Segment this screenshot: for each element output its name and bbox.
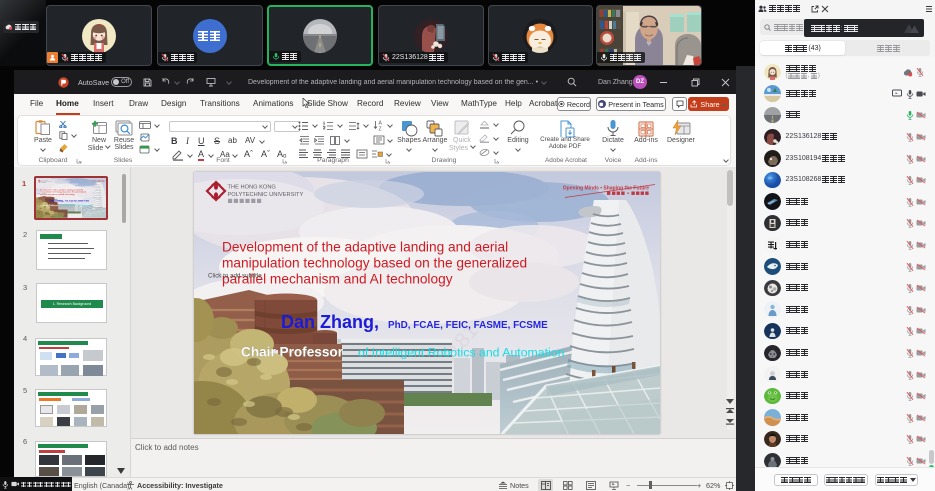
svg-text:Z: Z: [379, 127, 382, 132]
